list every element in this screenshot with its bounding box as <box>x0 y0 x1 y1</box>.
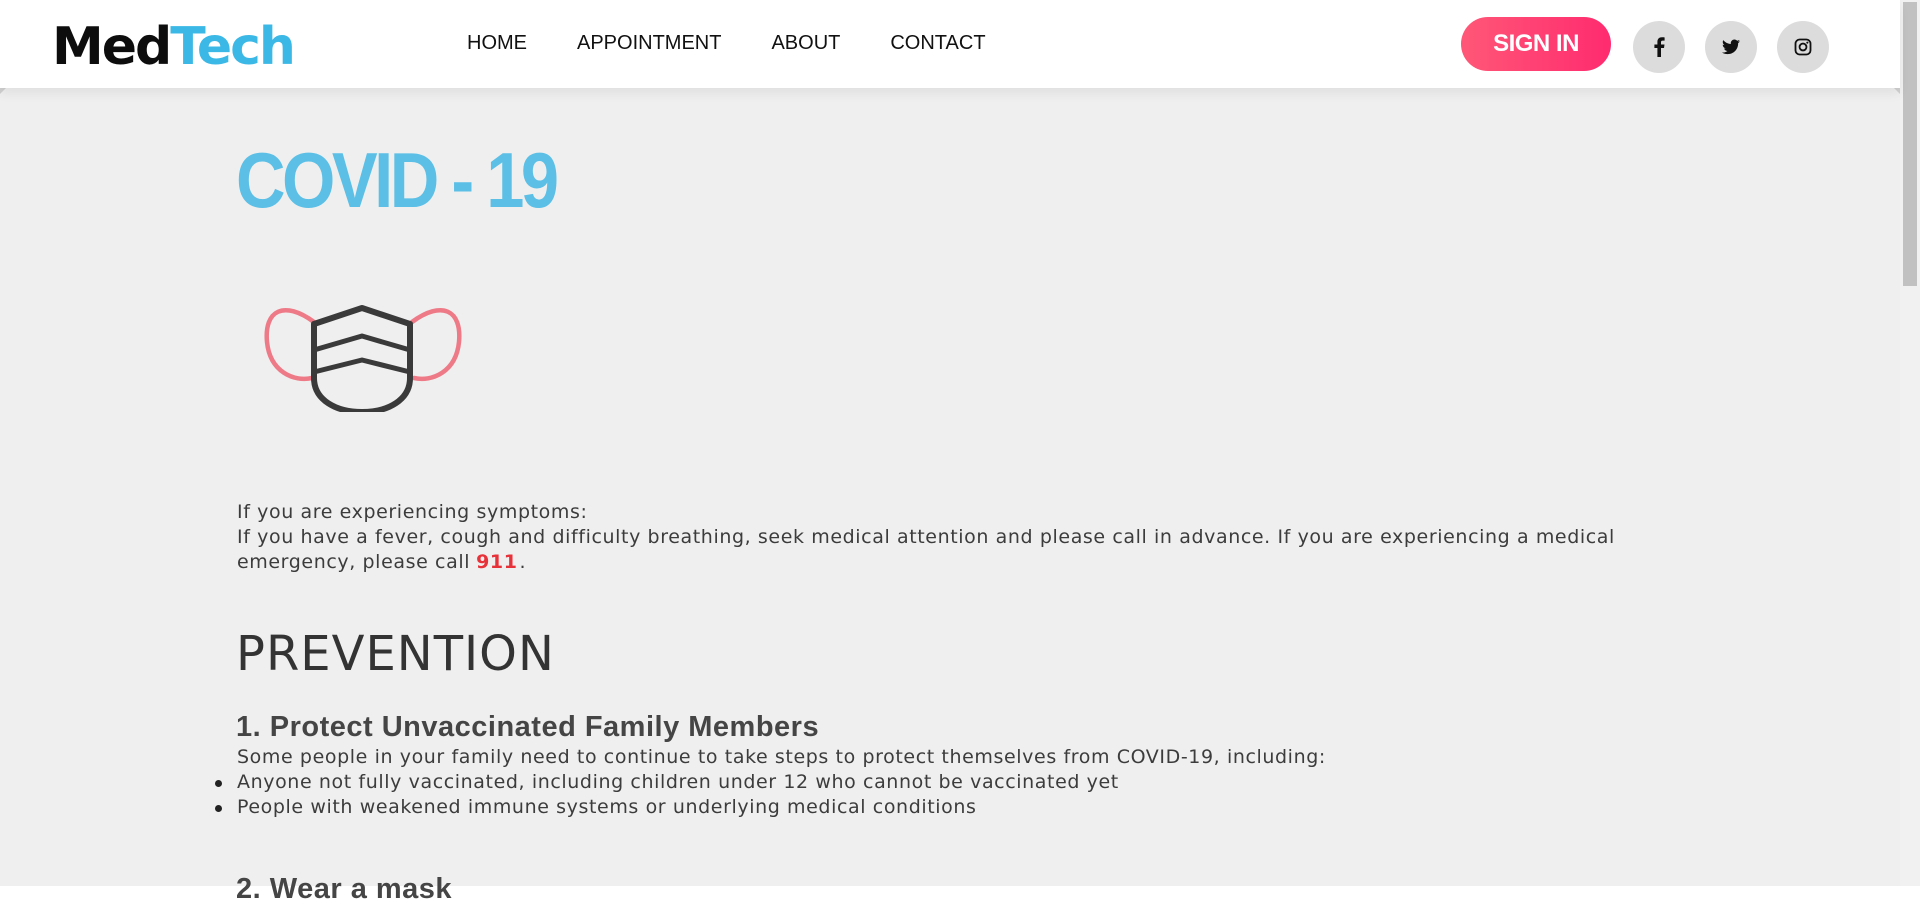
medtech-logo[interactable]: MedTech <box>52 14 296 80</box>
list-item-text: Anyone not fully vaccinated, including c… <box>237 771 1119 793</box>
bullet-dot <box>215 780 222 787</box>
symptoms-advice-text: If you have a fever, cough and difficult… <box>237 525 1677 575</box>
section-title-protect-family: 1. Protect Unvaccinated Family Members <box>236 711 820 743</box>
facebook-button[interactable] <box>1633 21 1685 73</box>
protect-family-list: Anyone not fully vaccinated, including c… <box>215 770 1119 820</box>
main-nav: HOME APPOINTMENT ABOUT CONTACT <box>467 30 1036 56</box>
section-description-protect-family: Some people in your family need to conti… <box>237 746 1326 768</box>
nav-appointment-link[interactable]: APPOINTMENT <box>577 30 721 56</box>
content-corner-left <box>0 88 6 94</box>
twitter-button[interactable] <box>1705 21 1757 73</box>
twitter-icon <box>1722 39 1740 55</box>
list-item-text: People with weakened immune systems or u… <box>237 796 977 818</box>
prevention-heading: PREVENTION <box>236 626 555 682</box>
list-item: Anyone not fully vaccinated, including c… <box>215 770 1119 795</box>
top-navbar: MedTech HOME APPOINTMENT ABOUT CONTACT S… <box>0 0 1900 88</box>
instagram-button[interactable] <box>1777 21 1829 73</box>
face-mask-icon <box>264 305 462 412</box>
nav-contact-link[interactable]: CONTACT <box>890 30 985 56</box>
symptoms-intro: If you are experiencing symptoms: If you… <box>237 500 1677 575</box>
logo-text-med: Med <box>52 17 172 77</box>
symptoms-advice-end: . <box>519 551 527 573</box>
instagram-icon <box>1794 38 1812 56</box>
scrollbar-thumb[interactable] <box>1903 2 1917 286</box>
bullet-dot <box>215 805 222 812</box>
section-title-wear-mask: 2. Wear a mask <box>236 873 453 905</box>
symptoms-advice-body: If you have a fever, cough and difficult… <box>237 526 1615 573</box>
page-title: COVID - 19 <box>236 136 559 224</box>
facebook-icon <box>1654 37 1665 57</box>
list-item: People with weakened immune systems or u… <box>215 795 1119 820</box>
nav-about-link[interactable]: ABOUT <box>771 30 840 56</box>
vertical-scrollbar[interactable] <box>1900 0 1920 886</box>
logo-text-tech: Tech <box>170 17 296 77</box>
sign-in-button[interactable]: SIGN IN <box>1461 17 1611 71</box>
symptoms-heading-text: If you are experiencing symptoms: <box>237 501 588 523</box>
emergency-number: 911 <box>476 551 518 573</box>
nav-home-link[interactable]: HOME <box>467 30 527 56</box>
